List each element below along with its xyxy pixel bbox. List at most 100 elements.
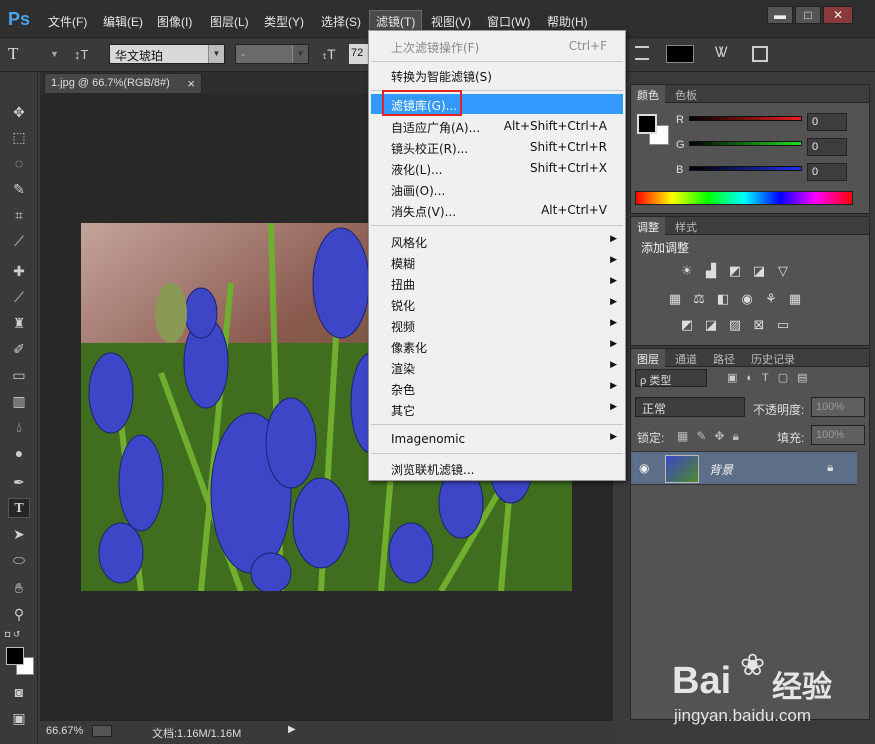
- menu-window[interactable]: 窗口(W): [487, 13, 530, 30]
- font-size-input[interactable]: 72: [349, 44, 369, 64]
- type-tool-icon[interactable]: T: [8, 44, 18, 64]
- lock-icons[interactable]: ▦✎✥🔒︎: [677, 429, 747, 444]
- filter-icons[interactable]: ▣◐T▢▤: [727, 371, 817, 384]
- character-panel-icon[interactable]: [752, 46, 768, 62]
- chevron-right-icon[interactable]: ▶: [288, 724, 296, 735]
- menu-item-last-filter[interactable]: 上次滤镜操作(F) Ctrl+F: [371, 36, 623, 56]
- warp-text-icon[interactable]: Ꮤ: [715, 44, 728, 61]
- fill-input[interactable]: 100%: [811, 425, 865, 445]
- font-style-select[interactable]: - ▼: [235, 44, 309, 64]
- menu-item-oil-paint[interactable]: 油画(O)...: [371, 179, 623, 199]
- lasso-tool-icon[interactable]: ◌: [8, 153, 30, 173]
- zoom-tool-icon[interactable]: ⚲: [8, 604, 30, 624]
- threshold-icon[interactable]: ▨: [727, 317, 743, 333]
- history-brush-icon[interactable]: ✐: [8, 339, 30, 359]
- zoom-level[interactable]: 66.67%: [46, 725, 83, 737]
- menu-item-video[interactable]: 视频 ▶: [371, 315, 623, 335]
- quick-mask-icon[interactable]: ◙: [8, 682, 30, 702]
- hue-saturation-icon[interactable]: ▦: [667, 291, 683, 307]
- type-tool-icon[interactable]: T: [8, 498, 30, 518]
- ellipse-tool-icon[interactable]: ⬭: [8, 550, 30, 570]
- blur-tool-icon[interactable]: 💧︎: [8, 417, 30, 437]
- menu-layer[interactable]: 图层(L): [210, 13, 249, 30]
- menu-type[interactable]: 类型(Y): [264, 13, 304, 30]
- menu-view[interactable]: 视图(V): [431, 13, 471, 30]
- layer-name[interactable]: 背景: [709, 461, 733, 478]
- opacity-input[interactable]: 100%: [811, 397, 865, 417]
- hand-tool-icon[interactable]: ✋︎: [8, 578, 30, 598]
- blend-mode-select[interactable]: 正常: [635, 397, 745, 417]
- default-colors-icon[interactable]: ◘ ↺: [5, 629, 20, 640]
- menu-item-vanishing-point[interactable]: 消失点(V)... Alt+Ctrl+V: [371, 200, 623, 220]
- menu-item-noise[interactable]: 杂色 ▶: [371, 378, 623, 398]
- crop-tool-icon[interactable]: ⌗: [8, 205, 30, 225]
- tab-swatches[interactable]: 色板: [669, 85, 703, 103]
- chevron-down-icon[interactable]: ▼: [50, 49, 59, 59]
- menu-file[interactable]: 文件(F): [48, 13, 87, 30]
- path-select-icon[interactable]: ➤: [8, 524, 30, 544]
- tab-history[interactable]: 历史记录: [745, 349, 801, 367]
- gradient-map-icon[interactable]: ▭: [775, 317, 791, 333]
- close-tab-icon[interactable]: ×: [187, 76, 195, 91]
- move-tool-icon[interactable]: ✥: [8, 102, 30, 122]
- menu-item-adaptive-wide[interactable]: 自适应广角(A)... Alt+Shift+Ctrl+A: [371, 116, 623, 136]
- channel-mixer-icon[interactable]: ⚘: [763, 291, 779, 307]
- menu-item-render[interactable]: 渲染 ▶: [371, 357, 623, 377]
- text-color-swatch[interactable]: [666, 45, 694, 63]
- dodge-tool-icon[interactable]: ●: [8, 443, 30, 463]
- menu-item-distort[interactable]: 扭曲 ▶: [371, 273, 623, 293]
- color-lookup-icon[interactable]: ▦: [787, 291, 803, 307]
- tab-channels[interactable]: 通道: [669, 349, 703, 367]
- color-balance-icon[interactable]: ⚖: [691, 291, 707, 307]
- menu-item-stylize[interactable]: 风格化 ▶: [371, 231, 623, 251]
- foreground-color-swatch[interactable]: [637, 114, 657, 134]
- menu-item-lens-correction[interactable]: 镜头校正(R)... Shift+Ctrl+R: [371, 137, 623, 157]
- menu-item-pixelate[interactable]: 像素化 ▶: [371, 336, 623, 356]
- tab-styles[interactable]: 样式: [669, 217, 703, 235]
- red-value-input[interactable]: 0: [807, 113, 847, 131]
- tab-layers[interactable]: 图层: [631, 349, 665, 367]
- menu-item-liquify[interactable]: 液化(L)... Shift+Ctrl+X: [371, 158, 623, 178]
- menu-image[interactable]: 图像(I): [157, 13, 192, 30]
- document-tab[interactable]: 1.jpg @ 66.7%(RGB/8#) ×: [44, 73, 202, 94]
- tab-adjustments[interactable]: 调整: [631, 217, 665, 235]
- posterize-icon[interactable]: ◪: [703, 317, 719, 333]
- healing-brush-icon[interactable]: ✚: [8, 261, 30, 281]
- eraser-tool-icon[interactable]: ▭: [8, 365, 30, 385]
- menu-select[interactable]: 选择(S): [321, 13, 361, 30]
- menu-help[interactable]: 帮助(H): [547, 13, 588, 30]
- visibility-eye-icon[interactable]: ◉: [639, 461, 649, 475]
- exposure-icon[interactable]: ◪: [751, 263, 767, 279]
- black-white-icon[interactable]: ◧: [715, 291, 731, 307]
- photo-filter-icon[interactable]: ◉: [739, 291, 755, 307]
- text-orientation-icon[interactable]: ↕T: [74, 47, 88, 62]
- menu-item-imagenomic[interactable]: Imagenomic ▶: [371, 429, 623, 449]
- quick-select-icon[interactable]: ✎: [8, 179, 30, 199]
- invert-icon[interactable]: ◩: [679, 317, 695, 333]
- gradient-tool-icon[interactable]: ▥: [8, 391, 30, 411]
- foreground-color-swatch[interactable]: [6, 647, 24, 665]
- eyedropper-icon[interactable]: ⟋: [8, 231, 30, 251]
- selective-color-icon[interactable]: ⊠: [751, 317, 767, 333]
- menu-item-other[interactable]: 其它 ▶: [371, 399, 623, 419]
- screen-mode-icon[interactable]: ▣: [8, 708, 30, 728]
- blue-slider[interactable]: [689, 166, 802, 171]
- pen-tool-icon[interactable]: ✒: [8, 472, 30, 492]
- menu-item-convert-smart[interactable]: 转换为智能滤镜(S): [371, 65, 623, 85]
- menu-edit[interactable]: 编辑(E): [103, 13, 143, 30]
- status-icon[interactable]: [92, 725, 112, 737]
- color-spectrum-bar[interactable]: [635, 191, 853, 205]
- align-right-icon[interactable]: [635, 46, 649, 60]
- red-slider[interactable]: [689, 116, 802, 121]
- menu-item-browse-online[interactable]: 浏览联机滤镜...: [371, 458, 623, 478]
- layer-filter-select[interactable]: ρ 类型: [635, 369, 707, 387]
- font-family-select[interactable]: 华文琥珀 ▼: [109, 44, 225, 64]
- clone-stamp-icon[interactable]: ♜: [8, 313, 30, 333]
- vibrance-icon[interactable]: ▽: [775, 263, 791, 279]
- green-value-input[interactable]: 0: [807, 138, 847, 156]
- green-slider[interactable]: [689, 141, 802, 146]
- layer-row[interactable]: ◉ 背景 🔒︎: [631, 451, 857, 485]
- marquee-tool-icon[interactable]: ⬚: [8, 127, 30, 147]
- levels-icon[interactable]: ▟: [703, 263, 719, 279]
- blue-value-input[interactable]: 0: [807, 163, 847, 181]
